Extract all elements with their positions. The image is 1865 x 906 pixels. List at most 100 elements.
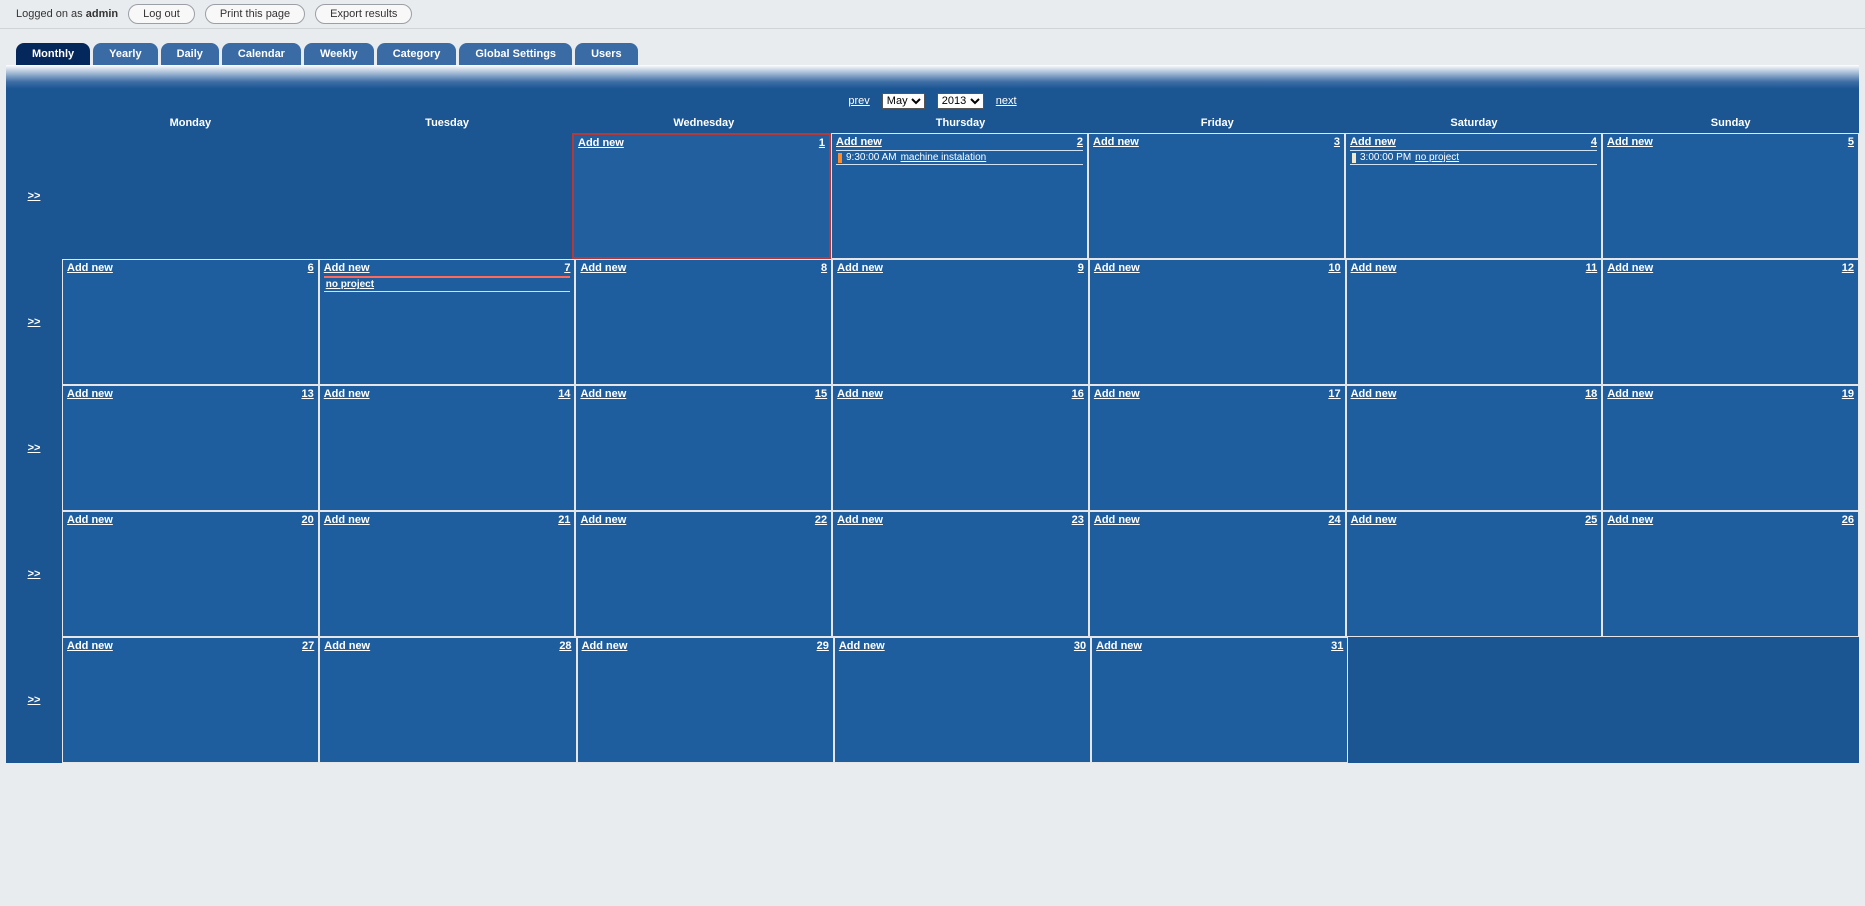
tab-weekly[interactable]: Weekly <box>304 43 374 65</box>
add-new-link[interactable]: Add new <box>580 514 626 526</box>
day-number-link[interactable]: 23 <box>1072 514 1084 526</box>
week-expand-link[interactable]: >> <box>28 190 41 202</box>
tab-category[interactable]: Category <box>377 43 457 65</box>
add-new-link[interactable]: Add new <box>1094 262 1140 274</box>
day-number-link[interactable]: 7 <box>564 262 570 274</box>
add-new-link[interactable]: Add new <box>578 137 624 149</box>
week-gutter: >> <box>6 637 62 763</box>
add-new-link[interactable]: Add new <box>1350 136 1396 148</box>
week-expand-link[interactable]: >> <box>28 694 41 706</box>
add-new-link[interactable]: Add new <box>837 514 883 526</box>
add-new-link[interactable]: Add new <box>324 262 370 274</box>
week-expand-link[interactable]: >> <box>28 442 41 454</box>
cell-top: Add new 19 <box>1607 388 1854 402</box>
calendar-nav: prev May 2013 next <box>6 89 1859 115</box>
day-number-link[interactable]: 22 <box>815 514 827 526</box>
tab-monthly[interactable]: Monthly <box>16 43 90 65</box>
export-button[interactable]: Export results <box>315 4 412 24</box>
day-number-link[interactable]: 25 <box>1585 514 1597 526</box>
day-number-link[interactable]: 9 <box>1078 262 1084 274</box>
add-new-link[interactable]: Add new <box>839 640 885 652</box>
tab-users[interactable]: Users <box>575 43 638 65</box>
day-number-link[interactable]: 18 <box>1585 388 1597 400</box>
day-number-link[interactable]: 17 <box>1328 388 1340 400</box>
add-new-link[interactable]: Add new <box>1094 388 1140 400</box>
add-new-link[interactable]: Add new <box>1093 136 1139 148</box>
add-new-link[interactable]: Add new <box>580 388 626 400</box>
day-number-link[interactable]: 27 <box>302 640 314 652</box>
day-cell: Add new 20 <box>62 511 319 637</box>
week-row: >> Add new 1 Add new 2 9:30:00 AMmachine inst… <box>6 133 1859 259</box>
event-title-link[interactable]: no project <box>1415 152 1459 163</box>
tab-calendar[interactable]: Calendar <box>222 43 301 65</box>
add-new-link[interactable]: Add new <box>67 388 113 400</box>
cell-top: Add new 27 <box>67 640 314 654</box>
day-number-link[interactable]: 3 <box>1334 136 1340 148</box>
next-link[interactable]: next <box>996 95 1017 107</box>
add-new-link[interactable]: Add new <box>324 640 370 652</box>
logout-button[interactable]: Log out <box>128 4 195 24</box>
day-number-link[interactable]: 10 <box>1328 262 1340 274</box>
calendar-event[interactable]: 9:30:00 AMmachine instalation <box>836 150 1083 165</box>
day-number-link[interactable]: 5 <box>1848 136 1854 148</box>
tab-yearly[interactable]: Yearly <box>93 43 157 65</box>
day-number-link[interactable]: 13 <box>301 388 313 400</box>
add-new-link[interactable]: Add new <box>67 514 113 526</box>
day-number-link[interactable]: 31 <box>1331 640 1343 652</box>
add-new-link[interactable]: Add new <box>837 262 883 274</box>
add-new-link[interactable]: Add new <box>67 262 113 274</box>
event-title-link[interactable]: no project <box>326 279 374 290</box>
day-number-link[interactable]: 16 <box>1072 388 1084 400</box>
add-new-link[interactable]: Add new <box>1094 514 1140 526</box>
prev-link[interactable]: prev <box>848 95 869 107</box>
day-number-link[interactable]: 12 <box>1842 262 1854 274</box>
add-new-link[interactable]: Add new <box>324 388 370 400</box>
add-new-link[interactable]: Add new <box>1607 388 1653 400</box>
add-new-link[interactable]: Add new <box>1096 640 1142 652</box>
day-number-link[interactable]: 28 <box>559 640 571 652</box>
add-new-link[interactable]: Add new <box>1351 388 1397 400</box>
add-new-link[interactable]: Add new <box>67 640 113 652</box>
print-button[interactable]: Print this page <box>205 4 305 24</box>
add-new-link[interactable]: Add new <box>1351 514 1397 526</box>
day-number-link[interactable]: 20 <box>301 514 313 526</box>
day-number-link[interactable]: 11 <box>1586 262 1598 274</box>
day-header: Sunday <box>1602 115 1859 133</box>
add-new-link[interactable]: Add new <box>580 262 626 274</box>
day-number-link[interactable]: 30 <box>1074 640 1086 652</box>
cell-top: Add new 20 <box>67 514 314 528</box>
add-new-link[interactable]: Add new <box>324 514 370 526</box>
day-number-link[interactable]: 2 <box>1077 136 1083 148</box>
add-new-link[interactable]: Add new <box>1607 514 1653 526</box>
day-cell: Add new 15 <box>575 385 832 511</box>
day-number-link[interactable]: 21 <box>558 514 570 526</box>
calendar-event-allday[interactable]: no project <box>324 276 571 292</box>
add-new-link[interactable]: Add new <box>837 388 883 400</box>
add-new-link[interactable]: Add new <box>836 136 882 148</box>
add-new-link[interactable]: Add new <box>1351 262 1397 274</box>
day-number-link[interactable]: 8 <box>821 262 827 274</box>
tab-global-settings[interactable]: Global Settings <box>459 43 572 65</box>
day-header: Thursday <box>832 115 1089 133</box>
cell-top: Add new 13 <box>67 388 314 402</box>
day-number-link[interactable]: 15 <box>815 388 827 400</box>
add-new-link[interactable]: Add new <box>1607 136 1653 148</box>
day-number-link[interactable]: 4 <box>1591 136 1597 148</box>
week-expand-link[interactable]: >> <box>28 316 41 328</box>
week-expand-link[interactable]: >> <box>28 568 41 580</box>
add-new-link[interactable]: Add new <box>1607 262 1653 274</box>
add-new-link[interactable]: Add new <box>582 640 628 652</box>
week-row: >> Add new 6 Add new 7 no project Add new 8 Add … <box>6 259 1859 385</box>
calendar-event[interactable]: 3:00:00 PMno project <box>1350 150 1597 165</box>
tab-daily[interactable]: Daily <box>161 43 219 65</box>
day-number-link[interactable]: 6 <box>308 262 314 274</box>
day-number-link[interactable]: 26 <box>1842 514 1854 526</box>
month-select[interactable]: May <box>882 93 925 109</box>
day-number-link[interactable]: 1 <box>819 137 825 149</box>
day-number-link[interactable]: 29 <box>817 640 829 652</box>
day-number-link[interactable]: 19 <box>1842 388 1854 400</box>
year-select[interactable]: 2013 <box>937 93 984 109</box>
day-number-link[interactable]: 24 <box>1328 514 1340 526</box>
day-number-link[interactable]: 14 <box>558 388 570 400</box>
event-title-link[interactable]: machine instalation <box>901 152 987 163</box>
